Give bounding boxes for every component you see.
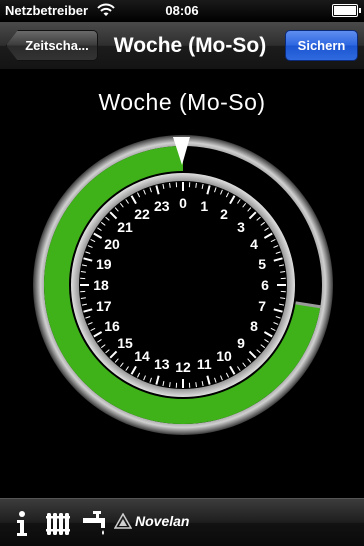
hour-label: 18 [93, 277, 109, 293]
hour-label: 4 [250, 236, 258, 252]
hour-label: 14 [134, 348, 150, 364]
hour-label: 7 [258, 298, 266, 314]
hour-label: 20 [104, 236, 120, 252]
hour-label: 19 [96, 256, 112, 272]
minor-tick [169, 182, 171, 188]
hour-label: 8 [250, 318, 258, 334]
hour-label: 5 [258, 256, 266, 272]
minor-tick [80, 271, 86, 273]
heater-icon[interactable] [44, 509, 72, 537]
novelan-logo-icon [114, 513, 132, 529]
schedule-dial[interactable]: 0 1234567891011121314151617181920212223 [0, 0, 364, 546]
hour-label: 2 [220, 206, 228, 222]
hour-label: 22 [134, 206, 150, 222]
minor-tick [280, 297, 286, 299]
hour-label: 9 [237, 335, 245, 351]
hour-label: 11 [197, 356, 212, 372]
hour-label: 13 [154, 356, 170, 372]
minor-tick [280, 271, 286, 273]
minor-tick [169, 382, 171, 388]
hour-label: 1 [200, 198, 208, 214]
hour-label: 15 [117, 335, 133, 351]
minor-tick [195, 182, 197, 188]
hour-label: 0 [179, 195, 187, 211]
bottom-toolbar: Novelan [0, 498, 364, 546]
hour-label: 6 [261, 277, 269, 293]
hour-label: 12 [175, 359, 191, 375]
hour-label: 21 [117, 219, 133, 235]
info-icon[interactable] [14, 509, 30, 537]
hour-label: 10 [216, 348, 232, 364]
hour-label: 17 [96, 298, 112, 314]
hour-label: 23 [154, 198, 170, 214]
brand-logo: Novelan [114, 513, 189, 529]
hour-label: 3 [237, 219, 245, 235]
tap-icon[interactable] [81, 509, 109, 537]
minor-tick [195, 382, 197, 388]
brand-name: Novelan [135, 513, 190, 529]
hour-label: 16 [104, 318, 120, 334]
minor-tick [80, 297, 86, 299]
